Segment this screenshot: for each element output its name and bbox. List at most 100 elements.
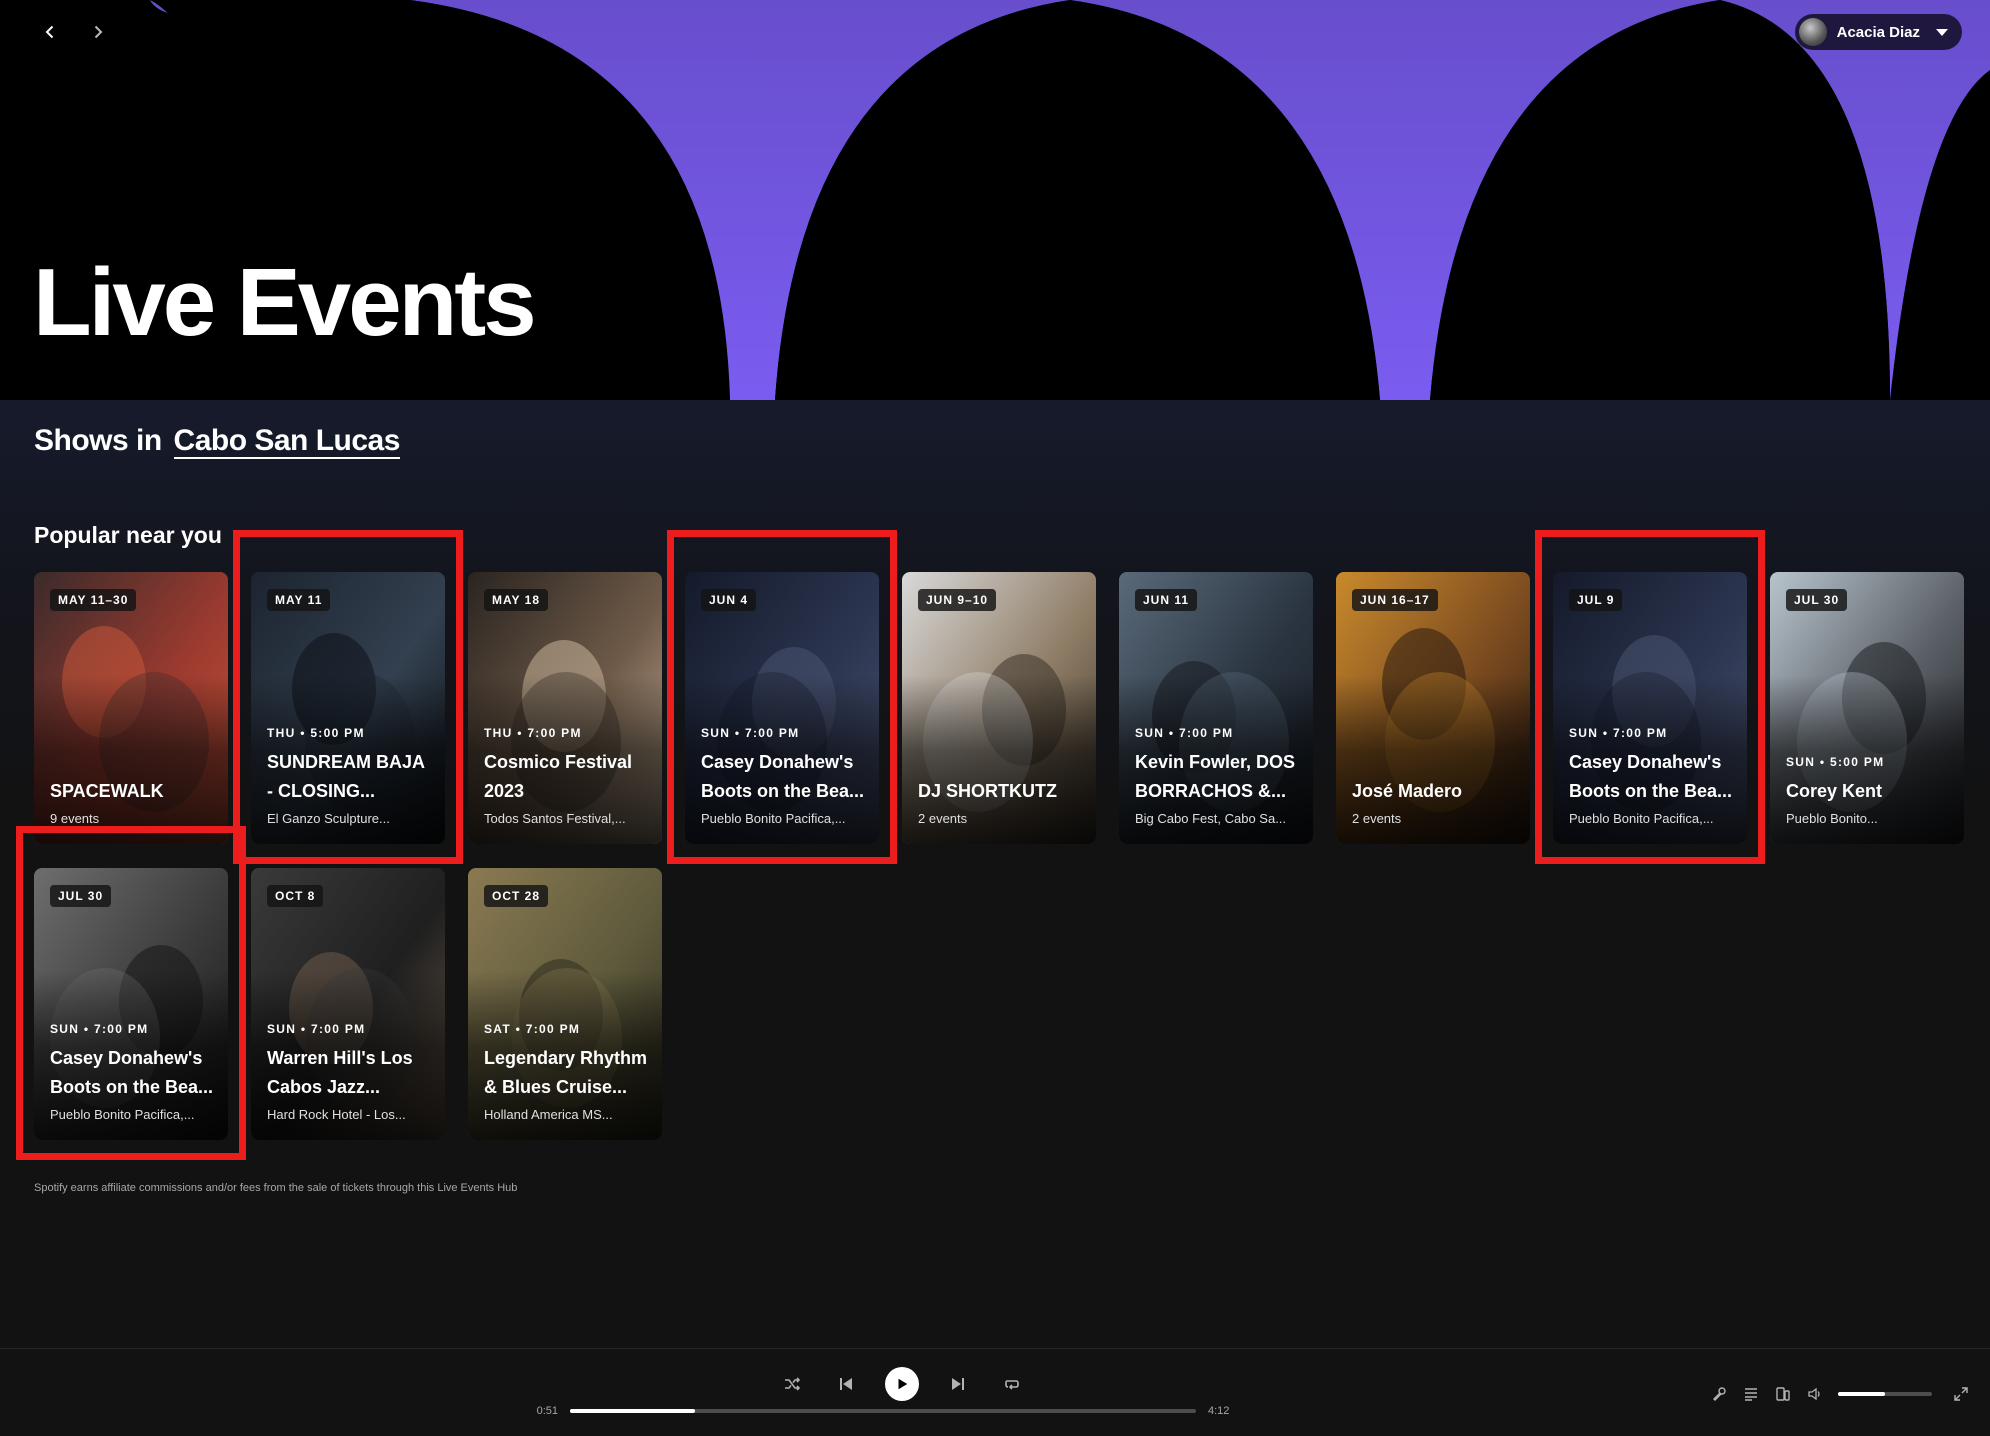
page-title: Live Events bbox=[33, 249, 537, 356]
event-text: José Madero 2 events bbox=[1352, 777, 1516, 826]
event-time: SUN • 7:00 PM bbox=[50, 1022, 149, 1036]
event-subtitle: 2 events bbox=[1352, 811, 1402, 826]
back-button[interactable] bbox=[32, 14, 68, 50]
event-date-badge: JUN 4 bbox=[701, 589, 757, 611]
user-menu-button[interactable]: Acacia Diaz bbox=[1794, 14, 1962, 50]
event-card[interactable]: JUN 11 SUN • 7:00 PM Kevin Fowler, DOS BOR… bbox=[1119, 572, 1313, 844]
event-text: SAT • 7:00 PM Legendary Rhythm & Blues Cr… bbox=[484, 1022, 648, 1122]
event-title: José Madero bbox=[1352, 781, 1463, 801]
event-text: THU • 5:00 PM SUNDREAM BAJA - CLOSING... E… bbox=[267, 726, 431, 826]
hero-banner: Acacia Diaz Live Events bbox=[0, 0, 1990, 400]
event-subtitle: Pueblo Bonito... bbox=[1786, 811, 1878, 826]
queue-button[interactable] bbox=[1742, 1385, 1760, 1403]
event-card[interactable]: MAY 18 THU • 7:00 PM Cosmico Festival 2023… bbox=[468, 572, 662, 844]
next-button[interactable] bbox=[943, 1369, 973, 1399]
event-date-badge: OCT 8 bbox=[267, 885, 324, 907]
event-date-badge: OCT 28 bbox=[484, 885, 549, 907]
event-date-badge: JUN 9–10 bbox=[918, 589, 997, 611]
duration-time: 4:12 bbox=[1208, 1405, 1230, 1417]
event-card[interactable]: OCT 28 SAT • 7:00 PM Legendary Rhythm & Bl… bbox=[468, 868, 662, 1140]
microphone-icon bbox=[1713, 1387, 1726, 1401]
shuffle-icon bbox=[785, 1377, 801, 1391]
player-bar: 0:51 4:12 bbox=[0, 1348, 1990, 1436]
affiliate-disclaimer: Spotify earns affiliate commissions and/… bbox=[34, 1182, 518, 1194]
volume-icon bbox=[1808, 1387, 1820, 1401]
shows-heading: Shows in Cabo San Lucas bbox=[34, 424, 400, 459]
event-text: SUN • 7:00 PM Kevin Fowler, DOS BORRACHOS… bbox=[1135, 726, 1299, 826]
event-subtitle: Big Cabo Fest, Cabo Sa... bbox=[1135, 811, 1287, 826]
event-card[interactable]: JUL 9 SUN • 7:00 PM Casey Donahew's Boots … bbox=[1553, 572, 1747, 844]
event-card[interactable]: OCT 8 SUN • 7:00 PM Warren Hill's Los Cabo… bbox=[251, 868, 445, 1140]
event-subtitle: Hard Rock Hotel - Los... bbox=[267, 1107, 406, 1122]
event-title: DJ SHORTKUTZ bbox=[918, 781, 1057, 801]
event-card[interactable]: JUN 16–17 José Madero 2 events bbox=[1336, 572, 1530, 844]
elapsed-time: 0:51 bbox=[536, 1405, 558, 1417]
event-text: DJ SHORTKUTZ 2 events bbox=[918, 777, 1082, 826]
event-title: Corey Kent bbox=[1786, 781, 1883, 801]
event-card[interactable]: JUL 30 SUN • 5:00 PM Corey Kent Pueblo Boni… bbox=[1770, 572, 1964, 844]
event-card[interactable]: JUN 9–10 DJ SHORTKUTZ 2 events bbox=[902, 572, 1096, 844]
event-card[interactable]: JUN 4 SUN • 7:00 PM Casey Donahew's Boots … bbox=[685, 572, 879, 844]
shuffle-button[interactable] bbox=[777, 1369, 807, 1399]
event-time: THU • 7:00 PM bbox=[484, 726, 582, 740]
event-title: Casey Donahew's Boots on the Bea... bbox=[701, 752, 865, 801]
mute-button[interactable] bbox=[1806, 1385, 1824, 1403]
repeat-icon bbox=[1005, 1380, 1019, 1390]
queue-icon bbox=[1745, 1388, 1757, 1401]
chevron-left-icon bbox=[45, 25, 54, 39]
lyrics-button[interactable] bbox=[1710, 1385, 1728, 1403]
avatar bbox=[1798, 18, 1827, 46]
main-content: Shows in Cabo San Lucas Popular near you… bbox=[0, 400, 1990, 1348]
event-title: Legendary Rhythm & Blues Cruise... bbox=[484, 1048, 648, 1097]
event-date-badge: MAY 18 bbox=[484, 589, 549, 611]
event-date-badge: JUL 30 bbox=[1786, 589, 1848, 611]
event-date-badge: MAY 11 bbox=[267, 589, 331, 611]
previous-button[interactable] bbox=[831, 1369, 861, 1399]
event-date-badge: JUL 30 bbox=[50, 885, 112, 907]
extra-controls bbox=[1710, 1385, 1970, 1403]
event-subtitle: Pueblo Bonito Pacifica,... bbox=[1569, 811, 1714, 826]
event-text: THU • 7:00 PM Cosmico Festival 2023 Todos … bbox=[484, 726, 648, 826]
event-time: SAT • 7:00 PM bbox=[484, 1022, 581, 1036]
event-text: SPACEWALK 9 events bbox=[50, 777, 214, 826]
fullscreen-button[interactable] bbox=[1952, 1385, 1970, 1403]
section-heading: Popular near you bbox=[34, 522, 222, 548]
city-selector-link[interactable]: Cabo San Lucas bbox=[173, 424, 400, 459]
event-title: Casey Donahew's Boots on the Bea... bbox=[1569, 752, 1733, 801]
volume-slider[interactable] bbox=[1838, 1392, 1932, 1396]
devices-icon bbox=[1776, 1387, 1790, 1401]
forward-button[interactable] bbox=[80, 14, 116, 50]
event-time: SUN • 7:00 PM bbox=[1135, 726, 1234, 740]
event-text: SUN • 7:00 PM Casey Donahew's Boots on th… bbox=[50, 1022, 214, 1122]
user-name: Acacia Diaz bbox=[1836, 23, 1920, 41]
event-time: SUN • 7:00 PM bbox=[1569, 726, 1668, 740]
event-card[interactable]: JUL 30 SUN • 7:00 PM Casey Donahew's Boots… bbox=[34, 868, 228, 1140]
caret-down-icon bbox=[1936, 28, 1948, 36]
play-icon bbox=[898, 1378, 908, 1390]
event-text: SUN • 7:00 PM Casey Donahew's Boots on th… bbox=[701, 726, 865, 826]
chevron-right-icon bbox=[94, 25, 103, 39]
event-card[interactable]: MAY 11–30 SPACEWALK 9 events bbox=[34, 572, 228, 844]
event-subtitle: Holland America MS... bbox=[484, 1107, 613, 1122]
event-title: Warren Hill's Los Cabos Jazz... bbox=[267, 1048, 413, 1097]
event-subtitle: Pueblo Bonito Pacifica,... bbox=[50, 1107, 195, 1122]
play-button[interactable] bbox=[885, 1367, 919, 1401]
history-nav bbox=[32, 14, 116, 50]
expand-icon bbox=[1954, 1387, 1968, 1401]
progress-bar[interactable] bbox=[570, 1409, 1196, 1413]
event-title: SPACEWALK bbox=[50, 781, 164, 801]
event-card[interactable]: MAY 11 THU • 5:00 PM SUNDREAM BAJA - CLOSI… bbox=[251, 572, 445, 844]
repeat-button[interactable] bbox=[997, 1369, 1027, 1399]
event-subtitle: 2 events bbox=[918, 811, 968, 826]
event-time: SUN • 7:00 PM bbox=[267, 1022, 366, 1036]
event-subtitle: Todos Santos Festival,... bbox=[484, 811, 626, 826]
event-text: SUN • 7:00 PM Warren Hill's Los Cabos Jaz… bbox=[267, 1022, 431, 1122]
event-time: SUN • 5:00 PM bbox=[1786, 755, 1885, 769]
event-title: Kevin Fowler, DOS BORRACHOS &... bbox=[1135, 752, 1296, 801]
event-date-badge: JUN 11 bbox=[1135, 589, 1198, 611]
event-title: Cosmico Festival 2023 bbox=[484, 752, 633, 801]
event-title: Casey Donahew's Boots on the Bea... bbox=[50, 1048, 214, 1097]
event-time: SUN • 7:00 PM bbox=[701, 726, 800, 740]
progress-fill bbox=[570, 1409, 696, 1413]
connect-device-button[interactable] bbox=[1774, 1385, 1792, 1403]
